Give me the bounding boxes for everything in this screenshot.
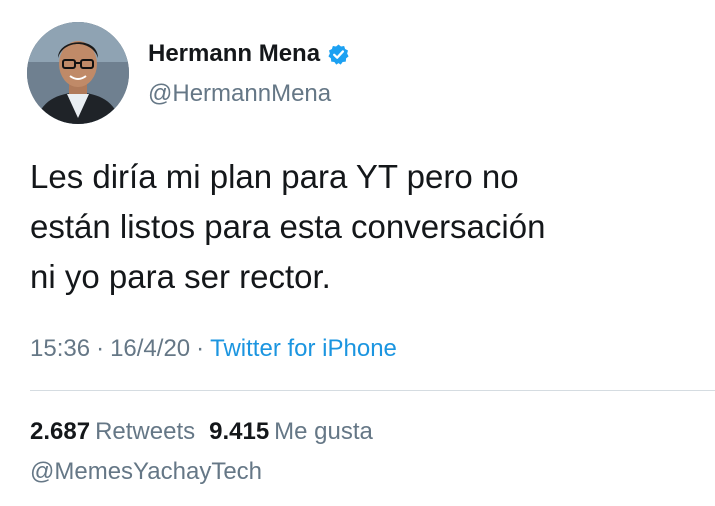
meta-separator: · [96, 335, 105, 362]
tweet-date[interactable]: 16/4/20 [110, 335, 190, 362]
tweet-text-line: Les diría mi plan para YT pero no [30, 158, 519, 195]
tweet-meta: 15:36 · 16/4/20 · Twitter for iPhone [30, 335, 397, 363]
retweets-stat[interactable]: 2.687 Retweets [30, 418, 195, 445]
likes-label: Me gusta [274, 418, 373, 445]
tweet-source-link[interactable]: Twitter for iPhone [210, 335, 397, 362]
divider [30, 390, 715, 391]
meta-separator: · [196, 335, 205, 362]
author-display-name[interactable]: Hermann Mena [148, 40, 320, 68]
author-name-row[interactable]: Hermann Mena [148, 40, 350, 68]
tweet-text-line: ni yo para ser rector. [30, 258, 331, 295]
likes-stat[interactable]: 9.415 Me gusta [209, 418, 373, 445]
profile-photo-icon [27, 22, 129, 124]
tweet-stats: 2.687 Retweets 9.415 Me gusta [30, 418, 373, 446]
verified-badge-icon [327, 43, 350, 66]
author-handle[interactable]: @HermannMena [148, 80, 331, 108]
retweets-count: 2.687 [30, 418, 91, 445]
retweets-label: Retweets [95, 418, 196, 445]
tweet-time[interactable]: 15:36 [30, 335, 90, 362]
tweet-text: Les diría mi plan para YT pero no están … [30, 152, 690, 302]
watermark-text: @MemesYachayTech [30, 458, 263, 485]
tweet-card: Hermann Mena @HermannMena Les diría mi p… [0, 0, 715, 506]
avatar[interactable] [27, 22, 129, 124]
likes-count: 9.415 [209, 418, 270, 445]
tweet-text-line: están listos para esta conversación [30, 208, 546, 245]
